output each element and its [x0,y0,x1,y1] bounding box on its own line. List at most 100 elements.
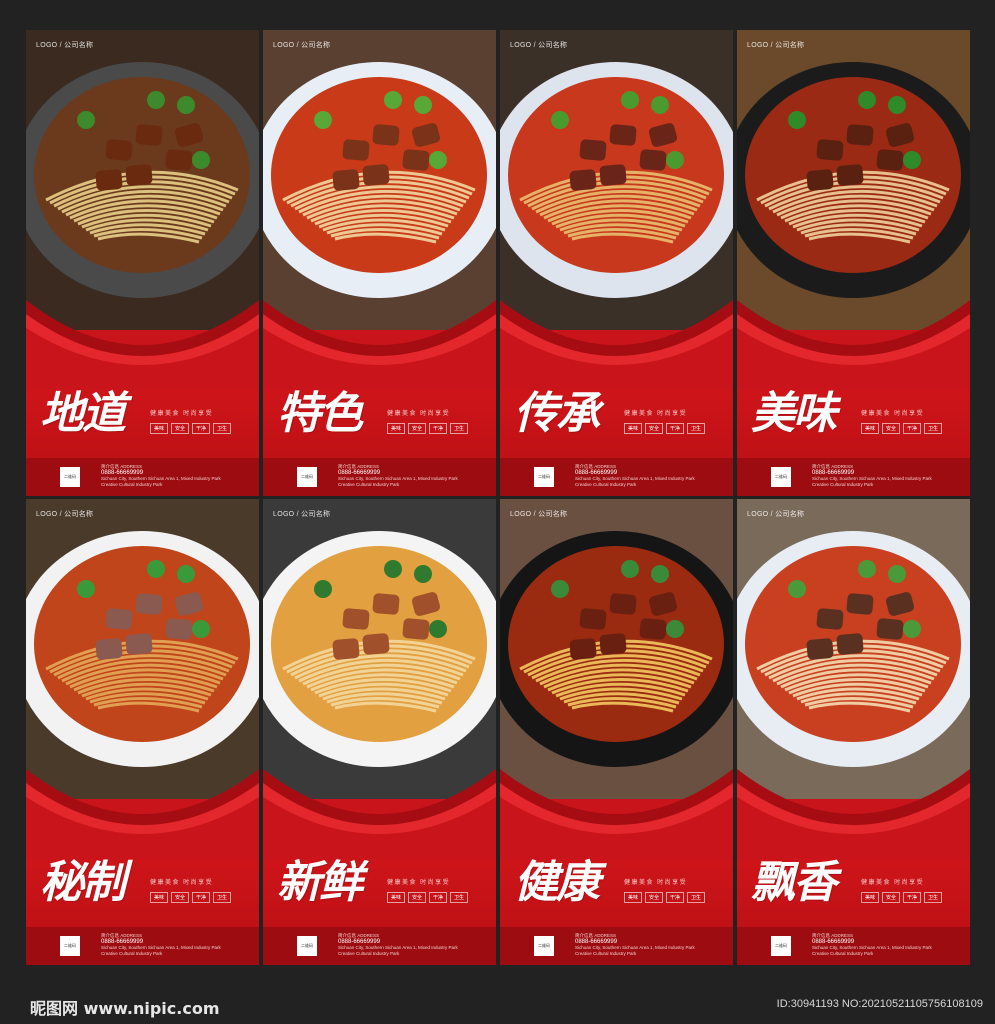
tag-row: 美味 安全 干净 卫生 [387,423,469,434]
address-line: Creative Cultural Industry Park [575,482,637,487]
tag-badge: 美味 [624,423,643,434]
tag-badge: 卫生 [924,892,943,903]
slogan-text: 健康美食 时尚享受 [624,880,688,886]
tag-badge: 卫生 [213,423,232,434]
tag-row: 美味 安全 干净 卫生 [150,423,232,434]
poster-panel: LOGO / 公司名称传承 健康美食 时尚享受美味 安全 干净 卫生二维码 简介信息 AD… [500,30,733,496]
tag-badge: 安全 [171,423,190,434]
slogan-text: 健康美食 时尚享受 [150,880,214,886]
address-block: 简介信息 ADDRESS 0888-66669999 Sichuan City, S… [338,464,488,488]
contact-footer: 二维码 简介信息 ADDRESS 0888-66669999 Sichuan City… [500,927,733,965]
slogan-text: 健康美食 时尚享受 [387,880,451,886]
tag-badge: 卫生 [450,423,469,434]
contact-footer: 二维码 简介信息 ADDRESS 0888-66669999 Sichuan City… [263,927,496,965]
red-wave-decoration [737,300,970,390]
red-wave-decoration [26,769,259,859]
tag-badge: 美味 [861,892,880,903]
tag-badge: 干净 [429,423,448,434]
logo-text: LOGO / 公司名称 [747,42,805,49]
address-block: 简介信息 ADDRESS 0888-66669999 Sichuan City, S… [338,933,488,957]
tag-badge: 安全 [645,423,664,434]
tag-badge: 安全 [408,892,427,903]
address-line: Creative Cultural Industry Park [338,482,400,487]
tag-badge: 安全 [645,892,664,903]
calligraphy-title: 新鲜 [277,857,363,908]
tag-badge: 安全 [882,423,901,434]
address-line: Creative Cultural Industry Park [338,951,400,956]
tag-row: 美味 安全 干净 卫生 [861,423,943,434]
logo-text: LOGO / 公司名称 [36,511,94,518]
tag-badge: 卫生 [687,892,706,903]
poster-panel: LOGO / 公司名称 美味 健康美食 时尚享受 美味 安全 干净 卫生 二维码 简介信息 AD… [737,30,970,496]
tag-badge: 干净 [666,423,685,434]
tag-badge: 安全 [882,892,901,903]
tag-badge: 卫生 [450,892,469,903]
tag-row: 美味 安全 干净 卫生 [861,892,943,903]
calligraphy-title: 地道 [40,388,126,439]
logo-text: LOGO / 公司名称 [273,42,331,49]
slogan-text: 健康美食 时尚享受 [624,411,688,417]
tag-badge: 卫生 [213,892,232,903]
qr-code-placeholder: 二维码 [534,936,554,956]
site-watermark[interactable]: 昵图网 www.nipic.com [30,995,220,1019]
tag-badge: 卫生 [687,423,706,434]
red-wave-decoration [26,300,259,390]
address-line: Creative Cultural Industry Park [812,482,874,487]
contact-footer: 二维码 简介信息 ADDRESS 0888-66669999 Sichuan City… [737,927,970,965]
contact-footer: 二维码 简介信息 ADDRESS 0888-66669999 Sichuan City… [500,458,733,496]
address-block: 简介信息 ADDRESS 0888-66669999 Sichuan City, S… [812,464,962,488]
red-wave-decoration [263,769,496,859]
qr-code-placeholder: 二维码 [534,467,554,487]
tag-badge: 安全 [408,423,427,434]
qr-code-placeholder: 二维码 [771,936,791,956]
logo-text: LOGO / 公司名称 [510,42,568,49]
calligraphy-title: 飘香 [751,857,837,908]
logo-text: LOGO / 公司名称 [747,511,805,518]
address-block: 简介信息 ADDRESS 0888-66669999 Sichuan City, S… [101,933,251,957]
image-id-text: ID:30941193 NO:20210521105756108109 [776,998,983,1010]
logo-text: LOGO / 公司名称 [273,511,331,518]
tag-badge: 美味 [150,892,169,903]
qr-code-placeholder: 二维码 [297,467,317,487]
poster-panel: LOGO / 公司名称 健康 健康美食 时尚享受 美味 安全 干净 卫生 二维码 简介信息 AD… [500,499,733,965]
address-block: 简介信息 ADDRESS 0888-66669999 Sichuan City, S… [575,464,725,488]
tag-badge: 干净 [192,423,211,434]
poster-panel: LOGO / 公司名称特色 健康美食 时尚享受美味 安全 干净 卫生二维码 简介信息 AD… [263,30,496,496]
slogan-text: 健康美食 时尚享受 [150,411,214,417]
red-wave-decoration [737,769,970,859]
calligraphy-title: 秘制 [40,857,126,908]
qr-code-placeholder: 二维码 [771,467,791,487]
tag-badge: 干净 [429,892,448,903]
tag-row: 美味 安全 干净 卫生 [387,892,469,903]
logo-text: LOGO / 公司名称 [36,42,94,49]
qr-code-placeholder: 二维码 [60,467,80,487]
calligraphy-title: 传承 [514,388,600,439]
qr-code-placeholder: 二维码 [60,936,80,956]
tag-row: 美味 安全 干净 卫生 [624,892,706,903]
poster-panel: LOGO / 公司名称新鲜 健康美食 时尚享受美味 安全 干净 卫生二维码 简介信息 AD… [263,499,496,965]
contact-footer: 二维码 简介信息 ADDRESS 0888-66669999 Sichuan City… [26,458,259,496]
poster-panel: LOGO / 公司名称秘制 健康美食 时尚享受美味 安全 干净 卫生二维码 简介信息 AD… [26,499,259,965]
tag-badge: 美味 [387,423,406,434]
contact-footer: 二维码 简介信息 ADDRESS 0888-66669999 Sichuan City… [26,927,259,965]
calligraphy-title: 美味 [751,388,837,439]
tag-badge: 美味 [150,423,169,434]
qr-code-placeholder: 二维码 [297,936,317,956]
address-block: 简介信息 ADDRESS 0888-66669999 Sichuan City, S… [575,933,725,957]
tag-badge: 干净 [666,892,685,903]
tag-row: 美味 安全 干净 卫生 [150,892,232,903]
red-wave-decoration [500,769,733,859]
address-block: 简介信息 ADDRESS 0888-66669999 Sichuan City, S… [812,933,962,957]
tag-badge: 美味 [624,892,643,903]
slogan-text: 健康美食 时尚享受 [387,411,451,417]
address-line: Creative Cultural Industry Park [812,951,874,956]
address-line: Creative Cultural Industry Park [101,482,163,487]
address-line: Creative Cultural Industry Park [101,951,163,956]
calligraphy-title: 特色 [277,388,363,439]
tag-badge: 美味 [387,892,406,903]
red-wave-decoration [263,300,496,390]
tag-badge: 干净 [192,892,211,903]
tag-badge: 美味 [861,423,880,434]
contact-footer: 二维码 简介信息 ADDRESS 0888-66669999 Sichuan City… [737,458,970,496]
contact-footer: 二维码 简介信息 ADDRESS 0888-66669999 Sichuan City… [263,458,496,496]
